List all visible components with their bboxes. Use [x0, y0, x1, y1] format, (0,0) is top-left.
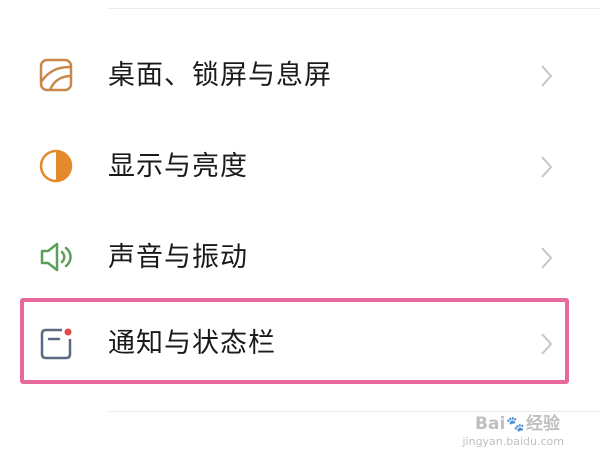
watermark-url: jingyan.baidu.com	[462, 435, 564, 448]
chevron-right-icon	[536, 63, 556, 89]
settings-item-sound-vibration[interactable]: 声音与振动	[0, 212, 600, 303]
settings-item-display-brightness[interactable]: 显示与亮度	[0, 121, 600, 212]
paw-icon: 🐾	[506, 415, 525, 433]
top-divider	[108, 8, 600, 9]
speaker-icon	[38, 239, 74, 275]
chevron-right-icon	[536, 154, 556, 180]
settings-item-label: 显示与亮度	[108, 151, 248, 182]
chevron-right-icon	[536, 245, 556, 271]
settings-item-label: 声音与振动	[108, 242, 248, 273]
settings-item-desktop-lockscreen[interactable]: 桌面、锁屏与息屏	[0, 30, 600, 121]
highlight-box	[20, 298, 569, 384]
watermark: Bai🐾经验	[475, 409, 560, 434]
watermark-brand-left: Bai	[475, 414, 506, 434]
wallpaper-icon	[38, 57, 74, 93]
watermark-brand-right: 经验	[526, 414, 560, 434]
settings-item-label: 桌面、锁屏与息屏	[108, 60, 332, 91]
brightness-icon	[38, 148, 74, 184]
